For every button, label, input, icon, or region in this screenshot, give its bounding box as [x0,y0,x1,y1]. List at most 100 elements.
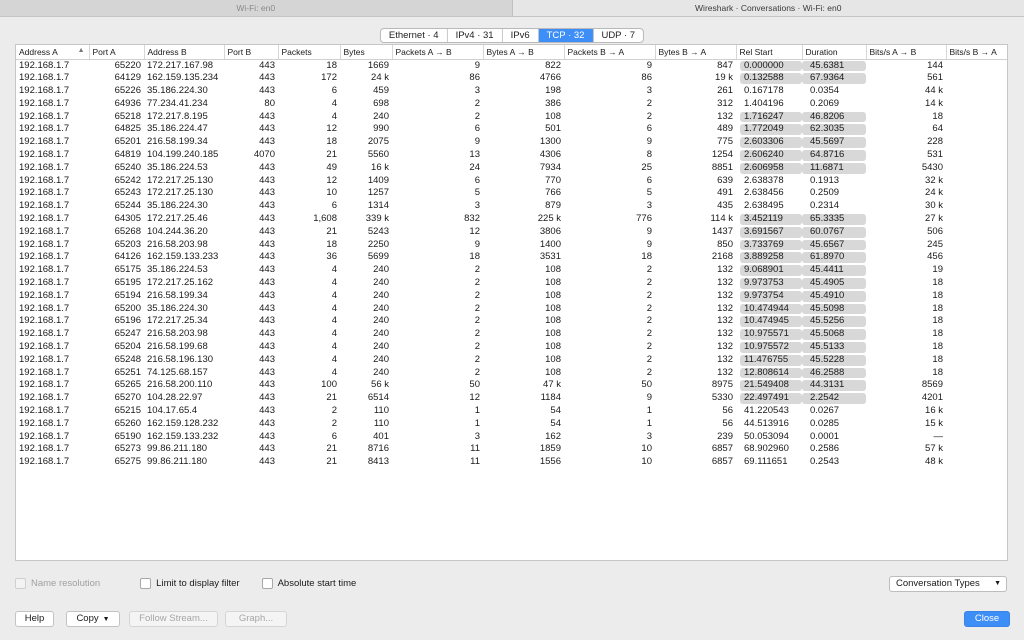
table-row[interactable]: 192.168.1.7 65195 172.217.25.162 443 4 240 2 10… [16,277,1007,290]
table-row[interactable]: 192.168.1.7 65203 216.58.203.98 443 18 2250 9 1… [16,238,1007,252]
table-cell: 24 k [371,72,389,84]
segment-ipv4[interactable]: IPv4 · 31 [448,29,503,42]
conversation-table-container[interactable]: Address A ▲ Port A Address B Port B Packets By… [15,44,1008,561]
segment-ethernet[interactable]: Ethernet · 4 [381,29,448,42]
close-button[interactable]: Close [964,611,1010,627]
table-row[interactable]: 192.168.1.7 65247 216.58.203.98 443 4 240 2 108… [16,328,1007,341]
segment-ipv6[interactable]: IPv6 [503,29,539,42]
absolute-start-checkbox[interactable]: Absolute start time [261,578,356,589]
table-cell [946,315,1007,328]
table-cell: 192.168.1.7 [19,456,70,468]
table-cell: 240 [373,277,389,289]
column-header[interactable]: Bytes B → A [655,45,737,60]
table-row[interactable]: 192.168.1.7 65201 216.58.199.34 443 18 2075 9 1… [16,136,1007,149]
table-cell: 22.497491 [736,392,802,405]
table-row[interactable]: 192.168.1.7 65248 216.58.196.130 443 4 240 2 10… [16,353,1007,367]
table-cell: 240 [373,366,389,378]
table-cell: 172.217.25.46 [147,213,208,225]
column-header[interactable]: Bytes [340,45,393,60]
column-header[interactable]: Address B [144,45,225,60]
table-row[interactable]: 192.168.1.7 65251 74.125.68.157 443 4 240 2 108… [16,366,1007,380]
cell-text: 44.3131 [810,379,845,391]
table-row[interactable]: 192.168.1.7 64129 162.159.135.234 443 172 24 … [16,72,1007,85]
column-header[interactable]: Port B [224,45,279,60]
table-cell: 3 [474,200,480,212]
cell-text: 1.716247 [744,110,784,122]
copy-button[interactable]: Copy ▼ [66,611,120,627]
table-row[interactable]: 192.168.1.7 65190 162.159.133.232 443 6 401 3 1… [16,431,1007,444]
table-cell: 192.168.1.7 [19,174,70,186]
segment-tcp[interactable]: TCP · 32 [538,29,594,42]
table-row[interactable]: 192.168.1.7 65175 35.186.224.53 443 4 240 2 108… [16,264,1007,277]
table-row[interactable]: 192.168.1.7 65242 172.217.25.130 443 12 1409 6… [16,174,1007,188]
follow-stream-button[interactable]: Follow Stream... [129,611,218,627]
table-cell: 192.168.1.7 [19,136,70,148]
table-cell: 64936 [114,97,141,109]
window-tab-conversations[interactable]: Wireshark · Conversations · Wi-Fi: en0 [512,0,1024,17]
table-row[interactable]: 192.168.1.7 65226 35.186.224.30 443 6 459 3 198… [16,85,1007,98]
segment-udp[interactable]: UDP · 7 [593,29,643,42]
column-header-label: Bytes [343,46,365,57]
limit-filter-checkbox[interactable]: Limit to display filter [140,578,240,589]
table-cell: 1300 [539,136,561,148]
table-row[interactable]: 192.168.1.7 65215 104.17.65.4 443 2 110 1 54 1 56… [16,405,1007,418]
table-cell: 1669 [367,59,389,71]
column-header[interactable]: Port A [89,45,145,60]
table-row[interactable]: 192.168.1.7 65244 35.186.224.30 443 6 1314 3 87… [16,200,1007,213]
column-header[interactable]: Bits/s A → B [866,45,947,60]
table-cell: 443 [259,277,275,289]
name-resolution-checkbox[interactable]: Name resolution [15,578,100,589]
table-cell: 41.220543 [736,405,802,418]
table-row[interactable]: 192.168.1.7 64126 162.159.133.233 443 36 5699… [16,251,1007,264]
column-header[interactable]: Packets [278,45,341,60]
table-cell: 99.86.211.180 [147,443,208,455]
table-cell: 12 [326,123,337,135]
table-cell: 162.159.133.233 [147,251,219,263]
table-row[interactable]: 192.168.1.7 65218 172.217.8.195 443 4 240 2 108… [16,110,1007,124]
conversation-types-dropdown[interactable]: Conversation Types ▼ [889,576,1007,592]
cell-text: 2.638495 [744,200,784,212]
column-header[interactable]: Bits/s B → A [946,45,1007,60]
table-row[interactable]: 192.168.1.7 65260 162.159.128.232 443 2 110 1 5… [16,418,1007,431]
table-cell: 172.217.25.130 [147,174,214,186]
table-row[interactable]: 192.168.1.7 65204 216.58.199.68 443 4 240 2 108… [16,341,1007,354]
table-cell: 9 [474,59,480,71]
table-row[interactable]: 192.168.1.7 65220 172.217.167.98 443 18 1669 9… [16,59,1007,72]
table-cell: 45.4411 [802,264,866,277]
column-header[interactable]: Duration [802,45,867,60]
table-cell: 192.168.1.7 [19,213,70,225]
table-cell: 27 k [925,213,943,225]
table-cell: 21 [326,443,337,455]
cell-text: 0.2314 [810,200,840,212]
table-row[interactable]: 192.168.1.7 65270 104.28.22.97 443 21 6514 12 1… [16,392,1007,405]
cell-text: 0.000000 [744,59,784,71]
table-cell: 18 [326,238,337,250]
table-row[interactable]: 192.168.1.7 65200 35.186.224.30 443 4 240 2 108… [16,303,1007,316]
table-cell: 4 [331,353,337,365]
help-button[interactable]: Help [15,611,54,627]
table-cell: 65268 [114,225,141,237]
table-row[interactable]: 192.168.1.7 65196 172.217.25.34 443 4 240 2 108… [16,315,1007,328]
column-header[interactable]: Rel Start [736,45,803,60]
table-row[interactable]: 192.168.1.7 65265 216.58.200.110 443 100 56 k… [16,379,1007,392]
column-header[interactable]: Packets B → A [564,45,656,60]
graph-button[interactable]: Graph... [225,611,287,627]
table-cell: 6 [331,200,337,212]
column-header[interactable]: Packets A → B [392,45,484,60]
table-row[interactable]: 192.168.1.7 64819 104.199.240.185 4070 21 556… [16,149,1007,162]
table-row[interactable]: 192.168.1.7 65194 216.58.199.34 443 4 240 2 108… [16,290,1007,303]
table-row[interactable]: 192.168.1.7 64305 172.217.25.46 443 1,608 339… [16,213,1007,226]
column-header[interactable]: Address A ▲ [16,45,90,60]
table-cell: 11 [470,443,480,455]
table-row[interactable]: 192.168.1.7 65268 104.244.36.20 443 21 5243 12… [16,225,1007,239]
table-row[interactable]: 192.168.1.7 65273 99.86.211.180 443 21 8716 11… [16,443,1007,456]
table-row[interactable]: 192.168.1.7 64936 77.234.41.234 80 4 698 2 386 2… [16,97,1007,111]
table-row[interactable]: 192.168.1.7 65240 35.186.224.53 443 49 16 k 24… [16,162,1007,175]
table-cell [946,111,1007,124]
table-cell: 8 [646,149,652,161]
window-tab-capture[interactable]: Wi-Fi: en0 [0,0,513,17]
table-row[interactable]: 192.168.1.7 65275 99.86.211.180 443 21 8413 11… [16,456,1007,469]
table-row[interactable]: 192.168.1.7 64825 35.186.224.47 443 12 990 6 50… [16,123,1007,136]
table-row[interactable]: 192.168.1.7 65243 172.217.25.130 443 10 1257 5… [16,187,1007,200]
column-header[interactable]: Bytes A → B [483,45,565,60]
